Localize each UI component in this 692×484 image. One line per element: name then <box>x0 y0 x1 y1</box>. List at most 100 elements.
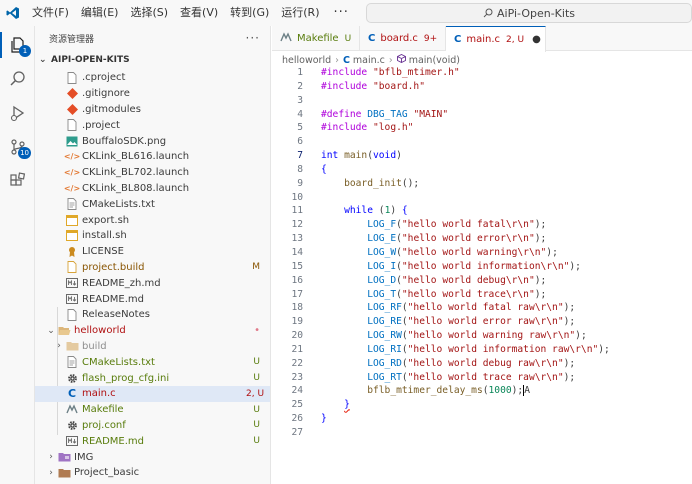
tree-folder-img[interactable]: › IMG <box>35 449 270 465</box>
code-editor[interactable]: 1 #include "bflb_mtimer.h" 2 #include "boa… <box>272 66 692 484</box>
menu-more-button[interactable]: ··· <box>326 0 357 26</box>
tree-folder-project-basic[interactable]: › Project_basic <box>35 465 270 481</box>
breadcrumb-folder[interactable]: helloworld <box>282 55 331 66</box>
code-line: 22 LOG_RD("hello world debug raw\r\n"); <box>272 357 692 371</box>
breadcrumb-file[interactable]: main.c <box>353 55 385 66</box>
c-file-icon: C <box>368 33 376 44</box>
tree-item-cklink-bl702[interactable]: </> CKLink_BL702.launch <box>35 165 270 181</box>
tree-item-status: U <box>253 420 260 431</box>
c-file-icon: C <box>454 34 462 45</box>
tree-item-flash-prog-cfg[interactable]: flash_prog_cfg.ini U <box>35 370 270 386</box>
line-number: 24 <box>291 385 303 397</box>
tree-item-project[interactable]: .project <box>35 117 270 133</box>
line-number: 6 <box>297 136 303 148</box>
tree-item-export-sh[interactable]: export.sh <box>35 212 270 228</box>
code-line: 20 LOG_RW("hello world warning raw\r\n")… <box>272 329 692 343</box>
tree-folder-helloworld[interactable]: ⌄ helloworld • <box>35 323 270 339</box>
explorer-icon[interactable]: 1 <box>0 28 35 62</box>
line-number: 16 <box>291 274 303 286</box>
file-tree: .cproject .gitignore .gitmodules .projec… <box>35 70 270 481</box>
tree-item-releasenotes[interactable]: ReleaseNotes <box>35 307 270 323</box>
shell-file-icon <box>65 214 79 226</box>
c-file-icon: C <box>67 387 77 401</box>
tab-board-c[interactable]: C board.c 9+ <box>360 26 446 51</box>
menu-file[interactable]: 文件(F) <box>26 0 75 26</box>
code-line: 8{ <box>272 163 692 177</box>
code-line: 6 <box>272 135 692 149</box>
code-line: 21 LOG_RI("hello world information raw\r… <box>272 343 692 357</box>
line-number: 21 <box>291 343 303 355</box>
unsaved-dot-icon[interactable]: ● <box>532 34 541 45</box>
code-line: 14 LOG_W("hello world warning\r\n"); <box>272 246 692 260</box>
code-file-icon: </> <box>63 168 81 178</box>
source-control-icon[interactable]: 10 <box>0 130 35 164</box>
run-debug-icon[interactable] <box>0 96 35 130</box>
tree-item-label: .gitmodules <box>82 103 141 115</box>
tree-item-cklink-bl616[interactable]: </> CKLink_BL616.launch <box>35 149 270 165</box>
tree-item-gitmodules[interactable]: .gitmodules <box>35 102 270 118</box>
chevron-down-icon: ⌄ <box>47 325 55 336</box>
code-line: 15 LOG_I("hello world information\r\n"); <box>272 260 692 274</box>
tab-label: main.c <box>466 34 501 45</box>
tree-item-main-c[interactable]: C main.c 2, U <box>35 385 270 402</box>
chevron-right-icon: › <box>49 467 53 478</box>
line-number: 15 <box>291 260 303 272</box>
extensions-icon[interactable] <box>0 164 35 198</box>
line-number: 18 <box>291 302 303 314</box>
c-file-icon: C <box>342 54 350 66</box>
tree-item-readme-zh[interactable]: README_zh.md <box>35 275 270 291</box>
code-line: 7 int main(void) <box>272 149 692 163</box>
tree-item-makefile[interactable]: Makefile U <box>35 402 270 418</box>
line-number: 25 <box>291 399 303 411</box>
text-file-icon <box>65 356 79 369</box>
tree-item-project-build[interactable]: project.build M <box>35 260 270 276</box>
tree-item-label: proj.conf <box>82 419 126 431</box>
tree-item-cklink-bl808[interactable]: </> CKLink_BL808.launch <box>35 181 270 197</box>
command-center-search[interactable]: AiPi-Open-Kits <box>366 3 692 23</box>
tree-item-label: CKLink_BL702.launch <box>82 167 190 179</box>
tree-item-label: Makefile <box>82 404 124 416</box>
tree-item-label: README.md <box>82 293 145 305</box>
tree-item-proj-conf[interactable]: proj.conf U <box>35 418 270 434</box>
search-icon <box>483 8 493 18</box>
tree-item-label: export.sh <box>82 214 130 226</box>
code-line: 24 bflb_mtimer_delay_ms(1000);A <box>272 384 692 398</box>
line-number: 7 <box>297 150 303 162</box>
tree-item-label: ReleaseNotes <box>82 309 150 321</box>
menu-go[interactable]: 转到(G) <box>224 0 275 26</box>
explorer-more-button[interactable]: ··· <box>246 31 260 45</box>
source-control-badge: 10 <box>18 147 31 159</box>
tree-item-gitignore[interactable]: .gitignore <box>35 86 270 102</box>
tree-item-readme[interactable]: README.md <box>35 291 270 307</box>
tree-folder-build[interactable]: › build <box>35 339 270 355</box>
markdown-icon <box>65 277 79 289</box>
tree-item-cproject[interactable]: .cproject <box>35 70 270 86</box>
line-number: 14 <box>291 246 303 258</box>
tab-main-c[interactable]: C main.c 2, U ● <box>446 26 546 52</box>
tree-item-install-sh[interactable]: install.sh <box>35 228 270 244</box>
code-line: 18 LOG_RF("hello world fatal raw\r\n"); <box>272 301 692 315</box>
file-icon <box>65 71 79 84</box>
workspace-root[interactable]: ⌄ AIPI-OPEN-KITS <box>35 50 270 70</box>
cube-icon <box>396 53 406 66</box>
tree-item-label: CMakeLists.txt <box>82 356 155 368</box>
tree-item-hw-readme[interactable]: README.md U <box>35 433 270 449</box>
menu-edit[interactable]: 编辑(E) <box>75 0 125 26</box>
tab-makefile[interactable]: Makefile U <box>272 26 360 51</box>
tree-item-label: .cproject <box>82 72 126 84</box>
menu-run[interactable]: 运行(R) <box>275 0 325 26</box>
file-icon <box>65 261 79 274</box>
menu-view[interactable]: 查看(V) <box>174 0 224 26</box>
tree-item-hw-cmakelists[interactable]: CMakeLists.txt U <box>35 354 270 370</box>
search-icon[interactable] <box>0 62 35 96</box>
tree-item-label: CMakeLists.txt <box>82 198 155 210</box>
menu-selection[interactable]: 选择(S) <box>124 0 174 26</box>
tree-item-bouffalosdk-png[interactable]: BouffaloSDK.png <box>35 133 270 149</box>
code-line: 13 LOG_E("hello world error\r\n"); <box>272 232 692 246</box>
code-line: 25 } <box>272 398 692 412</box>
code-line: 9 board_init(); <box>272 177 692 191</box>
breadcrumb-symbol[interactable]: main(void) <box>409 55 460 66</box>
line-number: 3 <box>297 94 303 106</box>
tree-item-cmakelists[interactable]: CMakeLists.txt <box>35 196 270 212</box>
tree-item-license[interactable]: LICENSE <box>35 244 270 260</box>
